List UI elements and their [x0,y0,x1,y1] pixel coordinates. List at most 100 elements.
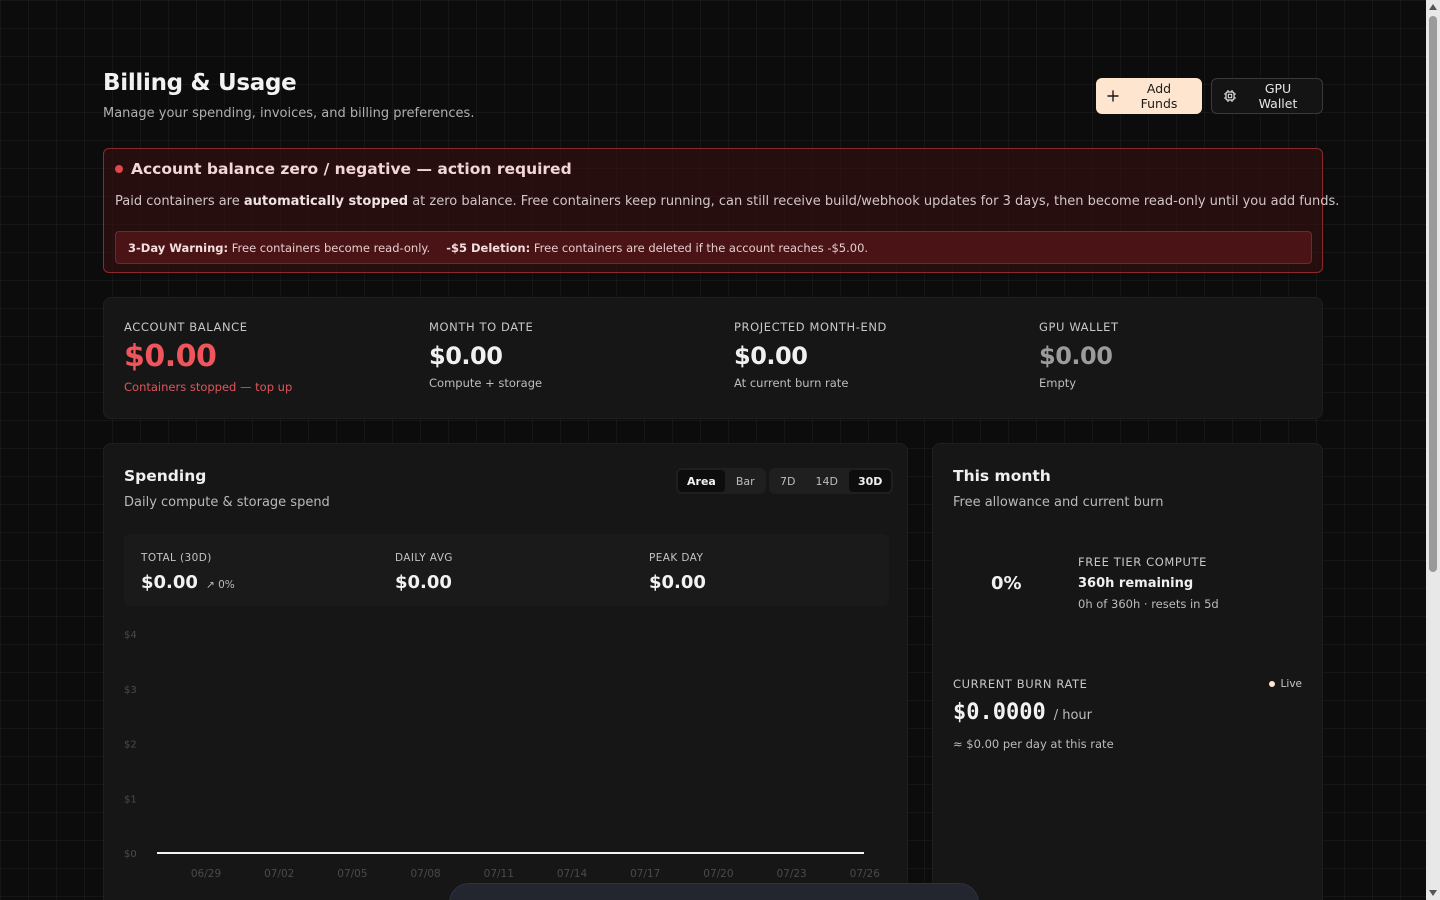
live-indicator: Live [1268,678,1302,690]
warning-deletion-text: Free containers are deleted if the accou… [530,240,869,255]
free-tier-label: FREE TIER COMPUTE [1078,555,1207,569]
x-tick-label: 07/02 [264,868,294,880]
floating-bar[interactable] [449,883,979,900]
alert-body: Paid containers are automatically stoppe… [115,194,1339,209]
y-tick-label: $0 [124,849,137,860]
month-title: This month [953,467,1051,485]
kpi-change: ↗ 0% [206,579,235,591]
free-tier-detail: 0h of 360h · resets in 5d [1078,597,1219,611]
stat-label: MONTH TO DATE [429,320,534,334]
alert-title-text: Account balance zero / negative — action… [131,160,572,178]
burn-rate-unit: / hour [1053,708,1093,723]
stat-account-balance: ACCOUNT BALANCE $0.00 Containers stopped… [124,320,404,394]
y-tick-label: $4 [124,630,137,641]
x-tick-label: 07/08 [410,868,440,880]
stat-value: $0.00 [734,342,808,370]
alert-body-bold: automatically stopped [243,194,409,209]
stat-sub: Empty [1039,376,1077,390]
x-tick-label: 07/26 [850,868,881,880]
x-tick-label: 07/14 [557,868,588,880]
live-dot-icon [1268,681,1275,687]
alert-title: Account balance zero / negative — action… [115,160,572,178]
alert-dot-icon [115,165,123,173]
month-subtitle: Free allowance and current burn [953,495,1164,510]
range-14d[interactable]: 14D [806,470,846,492]
this-month-card: This month Free allowance and current bu… [932,443,1323,900]
kpi-daily-avg: DAILY AVG $0.00 [395,552,453,593]
kpi-value-row: $0.00 [649,572,706,593]
chart-type-toggle: Area Bar [676,468,766,494]
kpi-change-value: 0% [218,579,235,591]
chart-type-area[interactable]: Area [678,470,725,492]
burn-rate-value-row: $0.0000 / hour [953,700,1092,725]
kpi-label: PEAK DAY [649,552,704,564]
add-funds-button[interactable]: Add Funds [1096,78,1202,114]
balance-alert: Account balance zero / negative — action… [103,148,1339,273]
alert-body-prefix: Paid containers are [115,194,244,209]
kpi-value: $0.00 [141,572,198,593]
x-tick-label: 07/11 [484,868,514,880]
free-tier-remaining: 360h remaining [1078,576,1194,591]
range-7d[interactable]: 7D [771,470,804,492]
warning-deletion-bold: -$5 Deletion: [446,240,531,255]
warning-3day-text: Free containers become read-only. [228,240,431,255]
warning-3day-bold: 3-Day Warning: [128,240,229,255]
scroll-thumb[interactable] [1429,16,1437,572]
stat-month-to-date: MONTH TO DATE $0.00 Compute + storage [429,320,709,390]
stat-label: GPU WALLET [1039,320,1119,334]
stat-projected: PROJECTED MONTH-END $0.00 At current bur… [734,320,1014,390]
warning-deletion: -$5 Deletion: Free containers are delete… [446,241,868,255]
alert-body-suffix: at zero balance. Free containers keep ru… [408,194,1340,209]
live-label: Live [1280,678,1302,690]
add-funds-label: Add Funds [1140,81,1178,111]
gpu-wallet-label: GPU Wallet [1258,81,1298,111]
kpi-value-row: $0.00 ↗ 0% [141,572,235,593]
warning-3day: 3-Day Warning: Free containers become re… [128,241,430,255]
page-scrollbar[interactable] [1426,0,1440,900]
y-tick-label: $1 [124,794,137,805]
range-30d[interactable]: 30D [848,470,892,492]
kpi-value-row: $0.00 [395,572,453,593]
kpi-label: DAILY AVG [395,552,453,564]
spending-chart: $4 $3 $2 $1 $0 06/29 07/02 07/05 07/08 07/11 07/14… [124,630,881,880]
plus-icon [1107,90,1119,102]
stat-sub: Containers stopped — top up [124,380,293,394]
page-title: Billing & Usage [103,70,297,96]
stat-sub: At current burn rate [734,376,849,390]
kpi-peak-day: PEAK DAY $0.00 [649,552,706,593]
alert-warning-strip: 3-Day Warning: Free containers become re… [115,231,1312,264]
burn-rate-label: CURRENT BURN RATE [953,677,1088,691]
kpi-label: TOTAL (30D) [141,552,212,564]
kpi-total: TOTAL (30D) $0.00 ↗ 0% [141,552,235,593]
gpu-wallet-button[interactable]: GPU Wallet [1211,78,1323,114]
range-toggle: 7D 14D 30D [769,468,894,494]
burn-rate-value: $0.0000 [953,700,1046,725]
burn-rate-detail: ≈ $0.00 per day at this rate [953,737,1114,751]
stat-value: $0.00 [124,339,217,374]
stat-value: $0.00 [429,342,503,370]
kpi-value: $0.00 [395,572,452,593]
stat-sub: Compute + storage [429,376,543,390]
kpi-value: $0.00 [649,572,706,593]
y-tick-label: $3 [124,685,137,696]
stat-value: $0.00 [1039,342,1113,370]
x-tick-label: 07/05 [337,868,367,880]
stats-card: ACCOUNT BALANCE $0.00 Containers stopped… [103,297,1323,419]
y-tick-label: $2 [124,740,137,751]
chip-icon [1224,90,1236,102]
spending-card: Spending Daily compute & storage spend A… [103,443,908,900]
stat-gpu-wallet: GPU WALLET $0.00 Empty [1039,320,1319,390]
page-header: Billing & Usage Manage your spending, in… [103,70,1323,130]
scroll-down-icon[interactable] [1429,890,1437,896]
x-tick-label: 07/23 [776,868,806,880]
spending-title: Spending [124,467,207,485]
scroll-up-icon[interactable] [1429,4,1437,10]
arrow-up-right-icon: ↗ [205,579,215,591]
x-tick-label: 07/17 [630,868,660,880]
spending-subtitle: Daily compute & storage spend [124,495,330,510]
free-tier-percent: 0% [991,573,1022,594]
chart-type-bar[interactable]: Bar [727,470,764,492]
stat-label: PROJECTED MONTH-END [734,320,887,334]
x-tick-label: 07/20 [703,868,733,880]
page-subtitle: Manage your spending, invoices, and bill… [103,106,475,121]
